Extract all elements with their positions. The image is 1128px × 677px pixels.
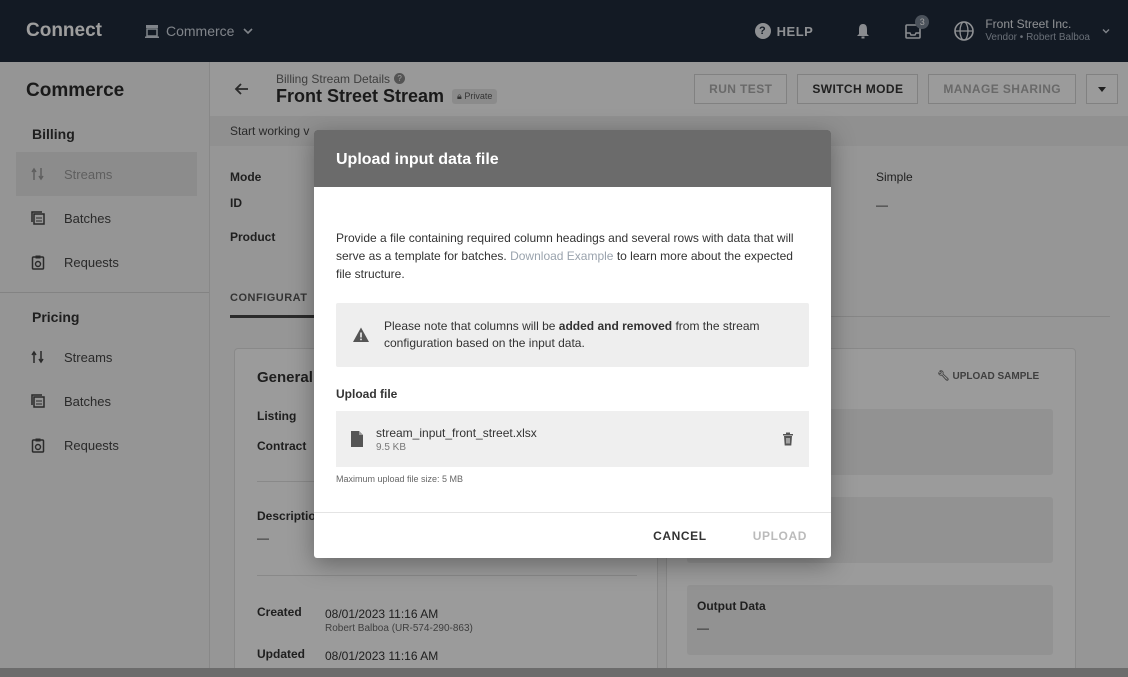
cancel-button[interactable]: CANCEL <box>653 529 707 543</box>
upload-button[interactable]: UPLOAD <box>753 529 807 543</box>
warning-emphasis: added and removed <box>558 319 673 333</box>
warning-text: Please note that columns will be <box>384 319 559 333</box>
file-size: 9.5 KB <box>376 441 407 453</box>
file-icon <box>351 431 363 447</box>
uploaded-file: stream_input_front_street.xlsx 9.5 KB <box>336 411 809 467</box>
dialog-actions: CANCEL UPLOAD <box>314 512 831 558</box>
dialog-title: Upload input data file <box>314 130 831 187</box>
trash-icon[interactable] <box>781 432 795 446</box>
file-name: stream_input_front_street.xlsx <box>376 425 537 440</box>
max-size-note: Maximum upload file size: 5 MB <box>336 474 464 484</box>
warning-notice: Please note that columns will be added a… <box>336 303 809 367</box>
dialog-description: Provide a file containing required colum… <box>336 229 809 283</box>
upload-dialog: Upload input data file Provide a file co… <box>314 130 831 558</box>
horizontal-scrollbar[interactable] <box>0 668 1128 677</box>
download-example-link[interactable]: Download Example <box>510 249 613 263</box>
upload-file-label: Upload file <box>336 387 398 401</box>
warning-icon <box>353 327 369 342</box>
